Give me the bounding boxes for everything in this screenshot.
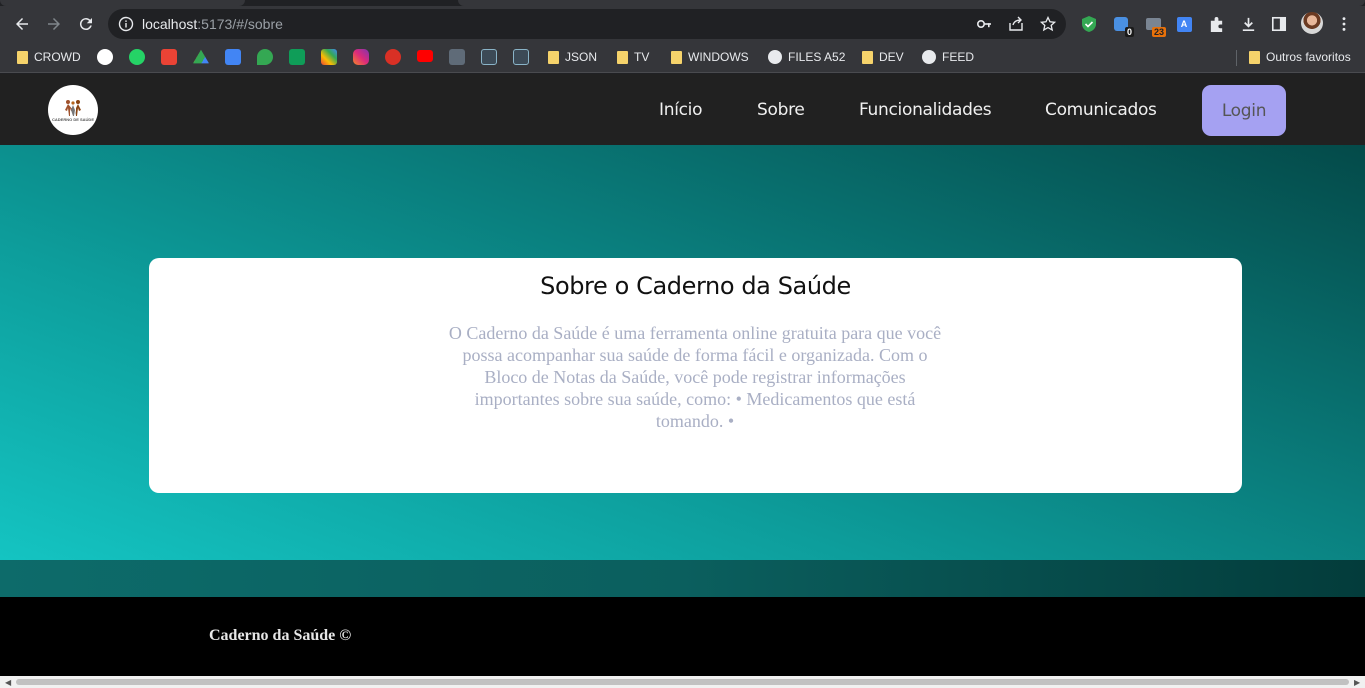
drive-favicon-icon[interactable]	[193, 49, 209, 64]
login-button[interactable]: Login	[1202, 85, 1286, 136]
nav-link-comunicados[interactable]: Comunicados	[1045, 100, 1157, 120]
folder-icon	[617, 50, 628, 64]
about-description: O Caderno da Saúde é uma ferramenta onli…	[448, 323, 942, 431]
about-card: Sobre o Caderno da Saúde O Caderno da Sa…	[149, 258, 1242, 493]
download-icon[interactable]	[1239, 15, 1257, 33]
address-bar[interactable]: localhost:5173/#/sobre	[108, 9, 1066, 39]
google-favicon-icon[interactable]	[97, 49, 113, 65]
menu-kebab-icon[interactable]	[1335, 15, 1353, 33]
back-icon[interactable]	[11, 13, 33, 35]
scrollbar-thumb[interactable]	[16, 679, 1349, 685]
globe-icon	[768, 50, 782, 64]
maps-favicon-icon[interactable]	[257, 49, 273, 65]
whatsapp-favicon-icon[interactable]	[129, 49, 145, 65]
translate-icon[interactable]: A	[1175, 15, 1193, 33]
bookmark-folder-dev[interactable]: DEV	[862, 48, 904, 66]
app-favicon-icon[interactable]	[321, 49, 337, 65]
folder-icon	[862, 50, 873, 64]
scroll-left-icon[interactable]: ◀	[5, 678, 11, 687]
key-icon[interactable]	[976, 16, 992, 32]
nav-link-funcionalidades[interactable]: Funcionalidades	[859, 100, 992, 120]
translate-favicon-icon[interactable]	[225, 49, 241, 65]
side-panel-icon[interactable]	[1270, 15, 1288, 33]
extension-icon[interactable]: 23	[1144, 15, 1166, 37]
folder-icon	[17, 50, 28, 64]
horizontal-scrollbar[interactable]: ◀ ▶	[0, 676, 1365, 688]
site-logo[interactable]: CADERNO DE SAÚDE	[48, 85, 98, 135]
footer-copyright: Caderno da Saúde ©	[209, 627, 352, 644]
about-title: Sobre o Caderno da Saúde	[540, 272, 851, 300]
site-navbar: CADERNO DE SAÚDE Início Sobre Funcionali…	[0, 74, 1365, 145]
folder-icon	[1249, 50, 1260, 64]
app-favicon-icon[interactable]	[385, 49, 401, 65]
folder-icon	[671, 50, 682, 64]
browser-toolbar: localhost:5173/#/sobre 0 23 A	[0, 6, 1365, 42]
youtube-favicon-icon[interactable]	[417, 50, 433, 62]
bookmarks-bar: CROWD JSON TV WINDOWS FILES A52 DEV FEED…	[0, 42, 1365, 73]
section-divider-band	[0, 560, 1365, 597]
logo-text: CADERNO DE SAÚDE	[51, 116, 94, 122]
share-icon[interactable]	[1008, 16, 1024, 32]
shield-extension-icon[interactable]	[1080, 15, 1098, 33]
about-section: Sobre o Caderno da Saúde O Caderno da Sa…	[0, 145, 1365, 560]
forward-icon[interactable]	[43, 13, 65, 35]
extension-icon[interactable]: 0	[1112, 15, 1134, 37]
bookmark-folder-json[interactable]: JSON	[548, 48, 597, 66]
nav-link-inicio[interactable]: Início	[659, 100, 702, 120]
reload-icon[interactable]	[75, 13, 97, 35]
profile-avatar[interactable]	[1301, 12, 1323, 34]
globe-icon	[922, 50, 936, 64]
terminal-favicon-icon[interactable]	[513, 49, 529, 65]
extensions-puzzle-icon[interactable]	[1207, 15, 1225, 33]
bookmark-files-a52[interactable]: FILES A52	[768, 48, 845, 66]
bookmark-other-folder[interactable]: Outros favoritos	[1249, 48, 1351, 66]
bookmark-folder-windows[interactable]: WINDOWS	[671, 48, 749, 66]
bookmark-folder-tv[interactable]: TV	[617, 48, 649, 66]
bookmark-star-icon[interactable]	[1040, 16, 1056, 32]
app-favicon-icon[interactable]	[449, 49, 465, 65]
site-footer: Caderno da Saúde ©	[0, 597, 1365, 676]
family-logo-icon	[65, 99, 81, 116]
page-viewport: CADERNO DE SAÚDE Início Sobre Funcionali…	[0, 74, 1365, 676]
bookmarks-divider	[1236, 50, 1237, 66]
url-text[interactable]: localhost:5173/#/sobre	[142, 16, 283, 32]
bookmark-feed[interactable]: FEED	[922, 48, 974, 66]
site-info-icon[interactable]	[118, 16, 134, 32]
instagram-favicon-icon[interactable]	[353, 49, 369, 65]
terminal-favicon-icon[interactable]	[481, 49, 497, 65]
scroll-right-icon[interactable]: ▶	[1354, 678, 1360, 687]
folder-icon	[548, 50, 559, 64]
gmail-favicon-icon[interactable]	[161, 49, 177, 65]
sheets-favicon-icon[interactable]	[289, 49, 305, 65]
nav-link-sobre[interactable]: Sobre	[757, 100, 805, 120]
bookmark-folder-crowd[interactable]: CROWD	[17, 48, 81, 66]
